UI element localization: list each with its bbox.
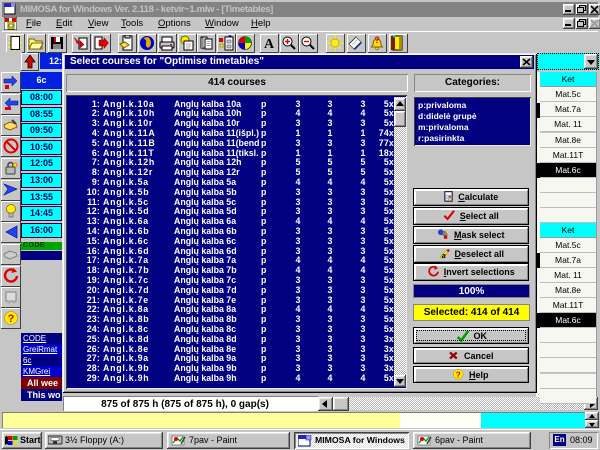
svg-text:a: a xyxy=(442,251,446,260)
svg-text:?: ? xyxy=(374,35,380,45)
svg-text:A: A xyxy=(264,37,275,51)
svg-text:?: ? xyxy=(8,313,15,325)
svg-text:?: ? xyxy=(456,371,461,380)
